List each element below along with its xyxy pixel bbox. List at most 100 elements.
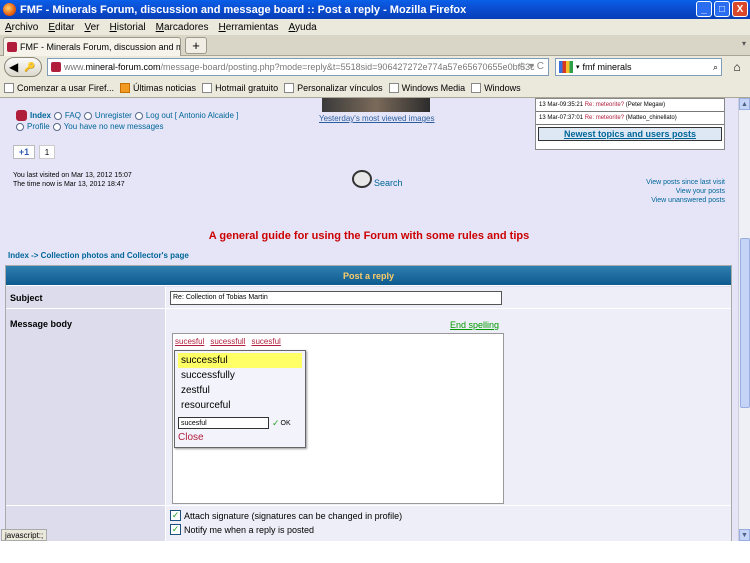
unregister-icon bbox=[83, 111, 92, 120]
recent-time: 13 Mar-07:37:01 bbox=[539, 115, 584, 121]
message-body-area[interactable]: sucesful sucessfull sucesful successful … bbox=[172, 333, 504, 504]
status-bar: javascript:; bbox=[0, 529, 750, 563]
bookmark-label: Windows Media bbox=[401, 83, 466, 93]
message-body-row: Message body End spelling sucesful suces… bbox=[6, 309, 731, 506]
status-text: javascript:; bbox=[1, 529, 48, 541]
view-yours-link[interactable]: View your posts bbox=[646, 187, 725, 196]
bookmark-label: Windows bbox=[484, 83, 521, 93]
menu-archivo[interactable]: Archivo bbox=[5, 22, 38, 33]
menu-ver[interactable]: Ver bbox=[84, 22, 99, 33]
recent-title[interactable]: Re: meteorite? bbox=[585, 102, 624, 108]
view-since-link[interactable]: View posts since last visit bbox=[646, 178, 725, 187]
close-suggestions-link[interactable]: Close bbox=[175, 432, 305, 443]
logout-link[interactable]: Log out [ Antonio Alcaide ] bbox=[146, 110, 239, 121]
scroll-down-icon[interactable]: ▼ bbox=[739, 529, 750, 541]
navigation-bar: ◀ 🔑 www. mineral-forum.com/message-board/… bbox=[0, 56, 750, 79]
site-identity-icon[interactable]: 🔑 bbox=[24, 62, 35, 73]
forum-logo-icon bbox=[16, 110, 27, 121]
profile-link[interactable]: Profile bbox=[27, 121, 50, 132]
index-link[interactable]: Index bbox=[30, 110, 51, 121]
search-magnifier-icon[interactable]: ⌕ bbox=[713, 62, 718, 73]
google-icon[interactable] bbox=[559, 61, 573, 73]
view-unanswered-link[interactable]: View unanswered posts bbox=[646, 196, 725, 205]
new-tab-button[interactable]: + bbox=[185, 37, 207, 54]
home-icon[interactable]: ⌂ bbox=[727, 58, 747, 76]
options-row: ✓ Attach signature (signatures can be ch… bbox=[6, 506, 731, 541]
gplus-count: 1 bbox=[39, 145, 55, 159]
attach-signature-option[interactable]: ✓ Attach signature (signatures can be ch… bbox=[170, 510, 402, 521]
forum-guide-link[interactable]: A general guide for using the Forum with… bbox=[0, 230, 738, 242]
message-body-label: Message body bbox=[6, 309, 166, 505]
header-image[interactable] bbox=[322, 98, 430, 112]
search-dropdown-icon[interactable]: ▾ bbox=[576, 63, 580, 71]
unregister-link[interactable]: Unregister bbox=[95, 110, 132, 121]
end-spelling-link[interactable]: End spelling bbox=[450, 320, 499, 330]
search-input[interactable]: fmf minerals bbox=[583, 62, 632, 72]
bookmark-item[interactable]: Personalizar vínculos bbox=[284, 83, 383, 93]
yesterday-images-link[interactable]: Yesterday's most viewed images bbox=[319, 114, 435, 123]
logout-icon bbox=[134, 111, 143, 120]
scroll-up-icon[interactable]: ▲ bbox=[739, 98, 750, 110]
menu-ayuda[interactable]: Ayuda bbox=[289, 22, 317, 33]
subject-row: Subject Re: Collection of Tobias Martin bbox=[6, 287, 731, 309]
bookmark-item[interactable]: Comenzar a usar Firef... bbox=[4, 83, 114, 93]
bookmark-item[interactable]: Windows bbox=[471, 83, 521, 93]
scroll-thumb[interactable] bbox=[740, 238, 750, 408]
recent-item[interactable]: 13 Mar-07:37:01 Re: meteorite? (Matteo_c… bbox=[536, 112, 724, 125]
faq-link[interactable]: FAQ bbox=[65, 110, 81, 121]
tab-list-arrow-icon[interactable]: ▾ bbox=[742, 39, 746, 48]
suggestion-item[interactable]: zestful bbox=[178, 383, 302, 398]
replacement-input[interactable]: sucesful bbox=[178, 417, 269, 429]
url-path: /message-board/posting.php?mode=reply&t=… bbox=[160, 62, 535, 72]
ok-button[interactable]: ✓ OK bbox=[272, 418, 291, 429]
bookmark-page-icon bbox=[4, 83, 14, 93]
attach-signature-checkbox[interactable]: ✓ bbox=[170, 510, 181, 521]
menu-herramientas[interactable]: Herramientas bbox=[218, 22, 278, 33]
maximize-button[interactable]: □ bbox=[714, 1, 730, 17]
gplus-widget: +1 1 bbox=[13, 145, 55, 159]
recent-item[interactable]: 13 Mar-09:35:21 Re: meteorite? (Peter Me… bbox=[536, 99, 724, 112]
minimize-button[interactable]: _ bbox=[696, 1, 712, 17]
recent-title[interactable]: Re: meteorite? bbox=[585, 115, 624, 121]
search-box[interactable]: ▾ fmf minerals ⌕ bbox=[555, 58, 722, 76]
fmf-favicon bbox=[7, 42, 17, 52]
bookmark-item[interactable]: Últimas noticias bbox=[120, 83, 196, 93]
newest-topics-link[interactable]: Newest topics and users posts bbox=[538, 127, 722, 141]
tab-fmf[interactable]: FMF - Minerals Forum, discussion and mes… bbox=[3, 37, 181, 56]
bookmark-item[interactable]: Windows Media bbox=[388, 83, 466, 93]
suggestion-item[interactable]: resourceful bbox=[178, 398, 302, 413]
attach-signature-label: Attach signature (signatures can be chan… bbox=[184, 510, 403, 521]
vertical-scrollbar[interactable]: ▲ ▼ bbox=[738, 98, 750, 541]
time-now-text: The time now is Mar 13, 2012 18:47 bbox=[13, 181, 125, 188]
subject-input[interactable]: Re: Collection of Tobias Martin bbox=[170, 290, 502, 305]
bookmark-page-icon bbox=[284, 83, 295, 93]
messages-icon bbox=[52, 122, 61, 131]
bookmark-star-icon[interactable]: ☆ ▾ C bbox=[517, 61, 544, 72]
close-button[interactable]: X bbox=[732, 1, 748, 17]
gplus-button[interactable]: +1 bbox=[13, 145, 35, 159]
misspelled-word[interactable]: sucesful bbox=[251, 337, 280, 346]
magnifier-icon bbox=[352, 170, 372, 188]
search-link[interactable]: Search bbox=[352, 170, 403, 188]
url-bar[interactable]: www. mineral-forum.com/message-board/post… bbox=[47, 58, 549, 76]
menu-editar[interactable]: Editar bbox=[48, 22, 74, 33]
misspelled-word[interactable]: sucessfull bbox=[210, 337, 245, 346]
bookmark-item[interactable]: Hotmail gratuito bbox=[202, 83, 278, 93]
notify-option[interactable]: ✓ Notify me when a reply is posted bbox=[170, 524, 314, 535]
window-title: FMF - Minerals Forum, discussion and mes… bbox=[20, 3, 467, 16]
messages-link[interactable]: You have no new messages bbox=[64, 121, 164, 132]
notify-label: Notify me when a reply is posted bbox=[184, 524, 315, 535]
url-prefix: www. bbox=[64, 62, 86, 72]
menu-historial[interactable]: Historial bbox=[110, 22, 146, 33]
menu-marcadores[interactable]: Marcadores bbox=[156, 22, 209, 33]
breadcrumb[interactable]: Index -> Collection photos and Collector… bbox=[8, 251, 189, 260]
misspelled-word[interactable]: sucesful bbox=[175, 337, 204, 346]
back-button[interactable]: ◀ 🔑 bbox=[4, 57, 42, 77]
notify-checkbox[interactable]: ✓ bbox=[170, 524, 181, 535]
suggestion-item[interactable]: successful bbox=[178, 353, 302, 368]
last-visit-text: You last visited on Mar 13, 2012 15:07 bbox=[13, 172, 132, 179]
subject-label: Subject bbox=[6, 287, 166, 308]
back-arrow-icon: ◀ bbox=[9, 60, 19, 74]
faq-icon bbox=[53, 111, 62, 120]
suggestion-item[interactable]: successfully bbox=[178, 368, 302, 383]
